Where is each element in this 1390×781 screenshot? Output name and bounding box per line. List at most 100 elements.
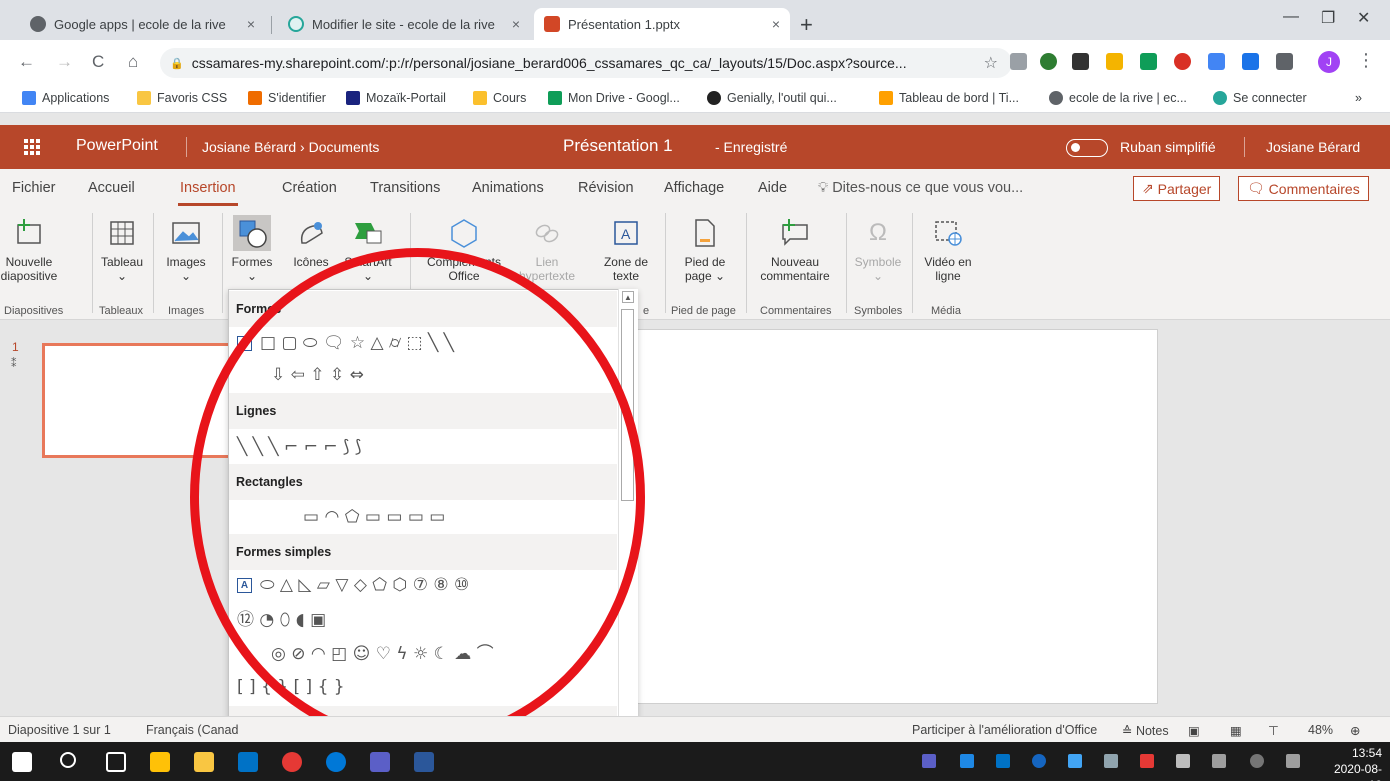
tab-accueil[interactable]: Accueil [88, 180, 135, 196]
tab-revision[interactable]: Révision [578, 180, 634, 196]
normal-view-icon[interactable]: ▣ [1188, 723, 1200, 738]
scrollbar-thumb[interactable] [621, 309, 634, 501]
teams-icon[interactable] [370, 752, 390, 772]
onedrive-icon[interactable] [960, 754, 974, 768]
tray-icon[interactable] [1104, 754, 1118, 768]
slide-thumbnail[interactable] [42, 343, 238, 458]
edge-icon[interactable] [326, 752, 346, 772]
grid-extension-icon[interactable] [1072, 53, 1089, 70]
bookmark-genially[interactable]: Genially, l'outil qui... [707, 91, 837, 105]
extension-icon[interactable] [1040, 53, 1057, 70]
antivirus-tray-icon[interactable] [1140, 754, 1154, 768]
bookmark-mon-drive[interactable]: Mon Drive - Googl... [548, 91, 680, 105]
browser-tab-presentation[interactable]: Présentation 1.pptx × [534, 8, 790, 40]
shape-row-recent-arrows[interactable]: ⇩ ⇦ ⇧ ⇳ ⇔ [271, 364, 364, 386]
teams-tray-icon[interactable] [922, 754, 936, 768]
tab-affichage[interactable]: Affichage [664, 180, 724, 196]
bookmark-cours[interactable]: Cours [473, 91, 526, 105]
comments-button[interactable]: 🗨︎ Commentaires [1238, 176, 1369, 201]
system-clock[interactable]: 13:54 2020-08-10 [1330, 745, 1382, 781]
chrome-menu-icon[interactable]: ⋮ [1357, 50, 1375, 71]
windows-start-icon[interactable] [12, 752, 32, 772]
bookmark-sidentifier[interactable]: S'identifier [248, 91, 326, 105]
user-name[interactable]: Josiane Bérard [1266, 139, 1360, 155]
share-button[interactable]: ⇗ Partager [1133, 176, 1221, 201]
scroll-up-icon[interactable]: ▲ [622, 291, 634, 303]
fit-slide-icon[interactable]: ⊕ [1350, 723, 1360, 738]
smartart-button[interactable]: SmartArt ⌄ [340, 215, 396, 283]
app-tray-icon[interactable] [1068, 754, 1082, 768]
tab-insertion[interactable]: Insertion [178, 180, 238, 206]
search-icon[interactable] [60, 752, 76, 768]
screen-extension-icon[interactable] [1242, 53, 1259, 70]
tell-me-search[interactable]: 💡︎ Dites-nous ce que vous vou... [818, 180, 1023, 196]
tab-transitions[interactable]: Transitions [370, 180, 440, 196]
home-button[interactable]: ⌂ [128, 52, 138, 72]
profile-avatar[interactable]: J [1318, 51, 1340, 73]
symbol-button[interactable]: Ω Symbole ⌄ [850, 215, 906, 284]
task-view-icon[interactable] [106, 752, 126, 772]
address-bar[interactable]: 🔒 cssamares-my.sharepoint.com/:p:/r/pers… [160, 48, 1012, 78]
usb-tray-icon[interactable] [1176, 754, 1190, 768]
browser-tab-modifier-site[interactable]: Modifier le site - ecole de la rive × [278, 8, 530, 40]
reading-view-icon[interactable]: ⊤ [1268, 723, 1279, 738]
tab-fichier[interactable]: Fichier [12, 180, 56, 196]
bookmark-ecole-de-la-rive[interactable]: ecole de la rive | ec... [1049, 91, 1187, 105]
textbox-shape-icon[interactable]: A [237, 577, 252, 593]
shapes-dropdown-scrollbar[interactable]: ▲ ▼ [618, 289, 638, 741]
close-tab-icon[interactable]: × [512, 16, 520, 32]
google-drive-icon[interactable] [1140, 53, 1157, 70]
network-tray-icon[interactable] [1032, 754, 1046, 768]
outlook-tray-icon[interactable] [996, 754, 1010, 768]
minimize-button[interactable]: — [1283, 8, 1299, 26]
shapes-button[interactable]: Formes ⌄ [229, 215, 275, 283]
bookmark-applications[interactable]: Applications [22, 91, 109, 105]
improve-office-link[interactable]: Participer à l'amélioration d'Office [912, 723, 1097, 737]
close-tab-icon[interactable]: × [247, 16, 255, 32]
forward-button[interactable]: → [56, 52, 73, 72]
chrome-icon[interactable] [282, 752, 302, 772]
puzzle-extensions-icon[interactable] [1276, 53, 1293, 70]
breadcrumb[interactable]: Josiane Bérard › Documents [202, 139, 379, 155]
slide-canvas[interactable] [620, 329, 1158, 704]
reload-button[interactable]: C [92, 52, 104, 72]
battery-icon[interactable] [1212, 754, 1226, 768]
bookmark-favoris-css[interactable]: Favoris CSS [137, 91, 227, 105]
icons-button[interactable]: Icônes [288, 215, 334, 269]
notes-button[interactable]: ≙ Notes [1122, 723, 1169, 738]
translate-extension-icon[interactable] [1208, 53, 1225, 70]
online-video-button[interactable]: Vidéo en ligne [918, 215, 978, 283]
shape-row-basic-1[interactable]: A ⬭ △ ◺ ▱ ▽ ◇ ⬠ ⬡ ⑦ ⑧ ⑩ [237, 574, 469, 596]
app-name[interactable]: PowerPoint [76, 137, 158, 155]
bookmark-star-icon[interactable]: ☆ [984, 53, 998, 73]
back-button[interactable]: ← [18, 52, 35, 72]
adblock-icon[interactable] [1174, 53, 1191, 70]
slide-sorter-icon[interactable]: ▦ [1230, 723, 1242, 738]
hyperlink-button[interactable]: Lien hypertexte [516, 215, 578, 283]
table-button[interactable]: Tableau ⌄ [98, 215, 146, 283]
shape-row-lines[interactable]: ╲ ╲ ╲ ⌐ ⌐ ⌐ ⟆ ⟆ [237, 436, 362, 458]
new-comment-button[interactable]: Nouveau commentaire [754, 215, 836, 283]
extension-icon[interactable] [1010, 53, 1027, 70]
bookmark-tableau-de-bord[interactable]: Tableau de bord | Ti... [879, 91, 1019, 105]
maximize-button[interactable]: ❐ [1321, 8, 1335, 28]
language-indicator[interactable]: Français (Canad [146, 723, 238, 737]
wifi-icon[interactable] [1250, 754, 1264, 768]
tab-creation[interactable]: Création [282, 180, 337, 196]
file-explorer-icon[interactable] [194, 752, 214, 772]
volume-icon[interactable] [1286, 754, 1300, 768]
outlook-icon[interactable] [238, 752, 258, 772]
new-tab-button[interactable]: + [800, 12, 813, 38]
sticky-notes-icon[interactable] [150, 752, 170, 772]
close-tab-icon[interactable]: × [772, 16, 780, 32]
word-icon[interactable] [414, 752, 434, 772]
bookmarks-more[interactable]: » [1355, 91, 1362, 105]
tab-aide[interactable]: Aide [758, 180, 787, 196]
office-addins-button[interactable]: Compléments Office [418, 215, 510, 283]
shape-row-basic-2[interactable]: ⑫ ◔ ⬯ ◖ ▣ [237, 606, 326, 630]
textbox-shape-icon[interactable]: A [237, 335, 252, 351]
document-title[interactable]: Présentation 1 [563, 136, 673, 156]
app-launcher-icon[interactable] [24, 139, 40, 155]
shape-row-rectangles[interactable]: ▭ ◠ ⬠ ▭ ▭ ▭ ▭ [303, 506, 445, 528]
bookmark-mozaik[interactable]: Mozaïk-Portail [346, 91, 446, 105]
